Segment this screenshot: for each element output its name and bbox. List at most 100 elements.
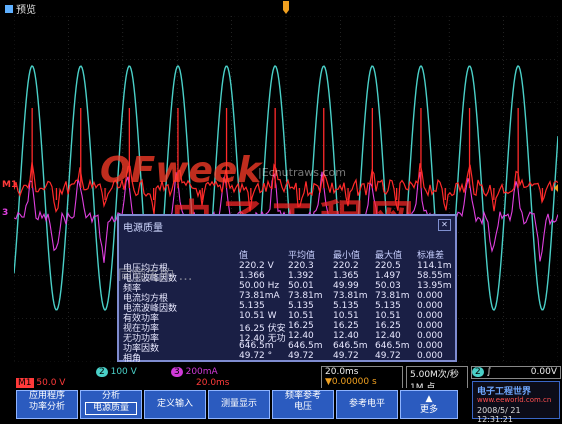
softkey-label: 更多 xyxy=(419,405,438,415)
site-logo: 电子工程世界 www.eeworld.com.cn 2008/5/ 21 12:… xyxy=(472,381,560,424)
cell-min: 12.40 xyxy=(333,331,359,341)
sample-rate: 5.00M次/秒 xyxy=(410,370,459,380)
math-time: 20.0ms xyxy=(196,378,230,388)
cell-min: 1.365 xyxy=(333,271,359,281)
cell-value: 646.5m xyxy=(239,341,274,351)
chevron-up-icon: ▲ xyxy=(425,394,433,404)
cell-std: 0.000 xyxy=(417,351,443,361)
oscilloscope-screen: 预览 M1 3 OFweek |Ecnutraws.com 电子工程网 电源质量… xyxy=(0,0,562,424)
trigger-channel: 2 xyxy=(472,367,484,377)
cell-max: 5.135 xyxy=(375,301,401,311)
panel-title: 电源质量 xyxy=(123,223,163,234)
softkey-apps[interactable]: 应用程序 功率分析 xyxy=(16,390,78,419)
softkey-ref-levels[interactable]: 参考电平 xyxy=(336,390,398,419)
ch3-scale: 200mA xyxy=(185,367,218,377)
cell-std: 0.000 xyxy=(417,321,443,331)
timebase: 20.0ms xyxy=(325,367,359,377)
cell-max: 220.5 xyxy=(375,261,401,271)
softkey-more[interactable]: ▲ 更多 xyxy=(400,390,458,419)
softkey-bar: 应用程序 功率分析 分析 电源质量 定义输入 测量显示 频率参考 电压 参考电平… xyxy=(0,381,562,424)
header-value: 值 xyxy=(239,251,249,261)
channel-3-marker[interactable]: 3 xyxy=(2,208,8,218)
softkey-freq-ref[interactable]: 频率参考 电压 xyxy=(272,390,334,419)
softkey-label: 频率参考 xyxy=(284,391,321,401)
cell-value: 10.51 W xyxy=(239,311,277,321)
close-icon[interactable]: ✕ xyxy=(438,219,451,231)
cell-mean: 16.25 xyxy=(288,321,314,331)
cell-min: 49.72 xyxy=(333,351,359,361)
header-min: 最小值 xyxy=(333,251,361,261)
softkey-label: 应用程序 xyxy=(28,391,65,401)
trigger-box[interactable]: 2 ∫ 0.00V xyxy=(471,366,561,379)
cell-std: 114.1m xyxy=(417,261,452,271)
trigger-position-icon[interactable] xyxy=(282,0,290,16)
cell-value: 220.2 V xyxy=(239,261,274,271)
cell-mean: 12.40 xyxy=(288,331,314,341)
cell-mean: 49.72 xyxy=(288,351,314,361)
logo-url: www.eeworld.com.cn xyxy=(477,396,552,404)
trigger-slope: ∫ xyxy=(486,367,492,377)
cell-label: 相角 xyxy=(123,354,142,364)
math-scale: 50.0 V xyxy=(36,378,66,388)
cell-max: 16.25 xyxy=(375,321,401,331)
watermark-url: |Ecnutraws.com xyxy=(258,166,346,179)
softkey-label: 分析 xyxy=(101,391,120,401)
cell-min: 220.2 xyxy=(333,261,359,271)
ch2-scale: 100 V xyxy=(110,367,137,377)
softkey-analysis[interactable]: 分析 电源质量 xyxy=(80,390,142,419)
cell-max: 1.497 xyxy=(375,271,401,281)
run-icon xyxy=(4,4,14,14)
softkey-label: 参考电平 xyxy=(348,399,385,409)
cell-value: 73.81mA xyxy=(239,291,280,301)
cell-value: 49.72 ° xyxy=(239,351,273,361)
ch3-id: 3 xyxy=(171,367,183,377)
softkey-define-inputs[interactable]: 定义输入 xyxy=(144,390,206,419)
math-id: M1 xyxy=(16,378,34,388)
cell-std: 13.95m xyxy=(417,281,452,291)
cell-value: 5.135 xyxy=(239,301,265,311)
cell-std: 0.000 xyxy=(417,301,443,311)
cell-max: 646.5m xyxy=(375,341,410,351)
cell-std: 0.000 xyxy=(417,341,443,351)
cell-mean: 5.135 xyxy=(288,301,314,311)
cell-min: 10.51 xyxy=(333,311,359,321)
cell-mean: 50.01 xyxy=(288,281,314,291)
softkey-label: 测量显示 xyxy=(220,399,257,409)
cell-min: 73.81m xyxy=(333,291,368,301)
cell-mean: 1.392 xyxy=(288,271,314,281)
window-title: 预览 xyxy=(16,5,36,16)
ch3-badge[interactable]: 3 200mA xyxy=(171,367,218,377)
timebase-box[interactable]: 20.0ms ▼0.00000 s xyxy=(321,366,403,389)
cell-max: 50.03 xyxy=(375,281,401,291)
trigger-level: 0.00V xyxy=(530,367,557,377)
logo-date: 2008/5/ 21 12:31:21 xyxy=(477,406,521,424)
cell-min: 49.99 xyxy=(333,281,359,291)
power-quality-panel: 电源质量 ✕ 值 平均值 最小值 最大值 标准差 电压均方根 220.2 V 220… xyxy=(117,214,457,364)
acquisition-box[interactable]: 5.00M次/秒 1M 点 xyxy=(406,366,468,393)
header-max: 最大值 xyxy=(375,251,403,261)
cell-max: 10.51 xyxy=(375,311,401,321)
softkey-value: 功率分析 xyxy=(28,402,65,412)
cell-mean: 220.3 xyxy=(288,261,314,271)
softkey-value: 电压 xyxy=(293,402,312,412)
cell-value: 1.366 xyxy=(239,271,265,281)
softkey-value: 电源质量 xyxy=(85,402,137,415)
cell-mean: 10.51 xyxy=(288,311,314,321)
cell-max: 49.72 xyxy=(375,351,401,361)
header-std: 标准差 xyxy=(417,251,445,261)
cell-mean: 73.81m xyxy=(288,291,323,301)
watermark-subtitle: 同领先的 … xyxy=(118,268,193,284)
header-mean: 平均值 xyxy=(288,251,316,261)
cell-min: 5.135 xyxy=(333,301,359,311)
cell-std: 0.000 xyxy=(417,331,443,341)
cell-min: 16.25 xyxy=(333,321,359,331)
math-badge[interactable]: M1 50.0 V xyxy=(16,378,65,388)
softkey-measure-display[interactable]: 测量显示 xyxy=(208,390,270,419)
cell-max: 12.40 xyxy=(375,331,401,341)
ch2-badge[interactable]: 2 100 V xyxy=(96,367,137,377)
cell-min: 646.5m xyxy=(333,341,368,351)
channel-m-marker[interactable]: M1 xyxy=(2,180,17,190)
cell-max: 73.81m xyxy=(375,291,410,301)
softkey-label: 定义输入 xyxy=(156,399,193,409)
cell-value: 50.00 Hz xyxy=(239,281,280,291)
